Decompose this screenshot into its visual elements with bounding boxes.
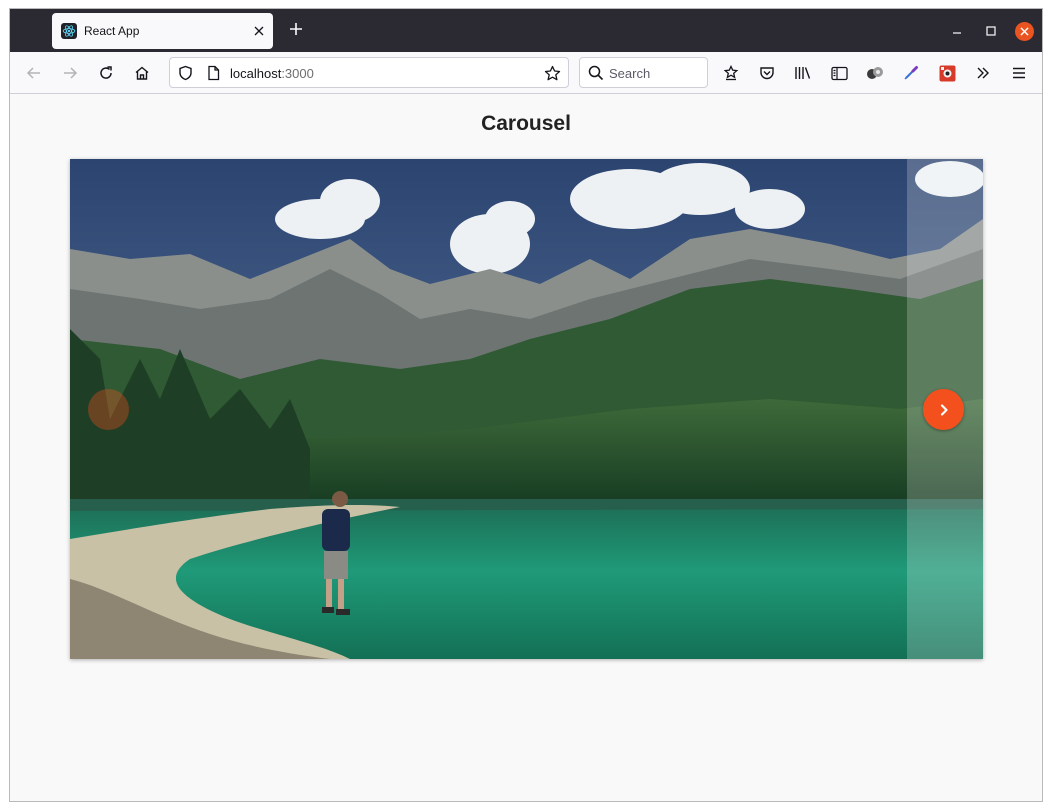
- url-host: localhost: [230, 66, 282, 81]
- prev-button[interactable]: [88, 389, 129, 430]
- url-text[interactable]: localhost:3000: [230, 66, 314, 81]
- shield-icon[interactable]: [178, 65, 193, 86]
- react-logo-icon: [61, 23, 77, 39]
- addon-icon[interactable]: [935, 61, 959, 85]
- arrow-left-icon[interactable]: [22, 61, 46, 85]
- browser-window: React App localhost:3000 Search Carousel: [9, 8, 1043, 802]
- menu-icon[interactable]: [1007, 61, 1031, 85]
- search-placeholder: Search: [609, 66, 651, 81]
- eyedropper-icon[interactable]: [899, 61, 923, 85]
- close-icon[interactable]: [249, 21, 269, 41]
- plus-icon[interactable]: [286, 20, 306, 40]
- home-icon[interactable]: [130, 61, 154, 85]
- window-close-icon[interactable]: [1015, 22, 1034, 41]
- page-content: Carousel: [10, 95, 1042, 801]
- nav-toolbar: localhost:3000 Search: [10, 52, 1042, 94]
- url-port: :3000: [281, 66, 314, 81]
- sidebar-icon[interactable]: [827, 61, 851, 85]
- slide-image: [70, 159, 983, 659]
- search-icon: [588, 65, 604, 86]
- page-title: Carousel: [481, 112, 571, 135]
- maximize-icon[interactable]: [981, 21, 1001, 41]
- pocket-icon[interactable]: [755, 61, 779, 85]
- browser-tab[interactable]: React App: [52, 13, 273, 49]
- search-bar[interactable]: Search: [579, 57, 708, 88]
- minimize-icon[interactable]: [947, 21, 967, 41]
- pocket-save-icon[interactable]: [719, 61, 743, 85]
- star-icon[interactable]: [544, 65, 561, 87]
- overflow-icon[interactable]: [971, 61, 995, 85]
- url-bar[interactable]: localhost:3000: [169, 57, 569, 88]
- arrow-right-icon[interactable]: [58, 61, 82, 85]
- chevron-right-icon: [937, 403, 951, 417]
- page-icon[interactable]: [207, 65, 220, 86]
- tab-strip: React App: [10, 9, 1042, 52]
- next-button[interactable]: [923, 389, 964, 430]
- reload-icon[interactable]: [94, 61, 118, 85]
- carousel: [70, 159, 983, 659]
- extension-icon[interactable]: [863, 61, 887, 85]
- library-icon[interactable]: [791, 61, 815, 85]
- tab-title: React App: [84, 24, 140, 38]
